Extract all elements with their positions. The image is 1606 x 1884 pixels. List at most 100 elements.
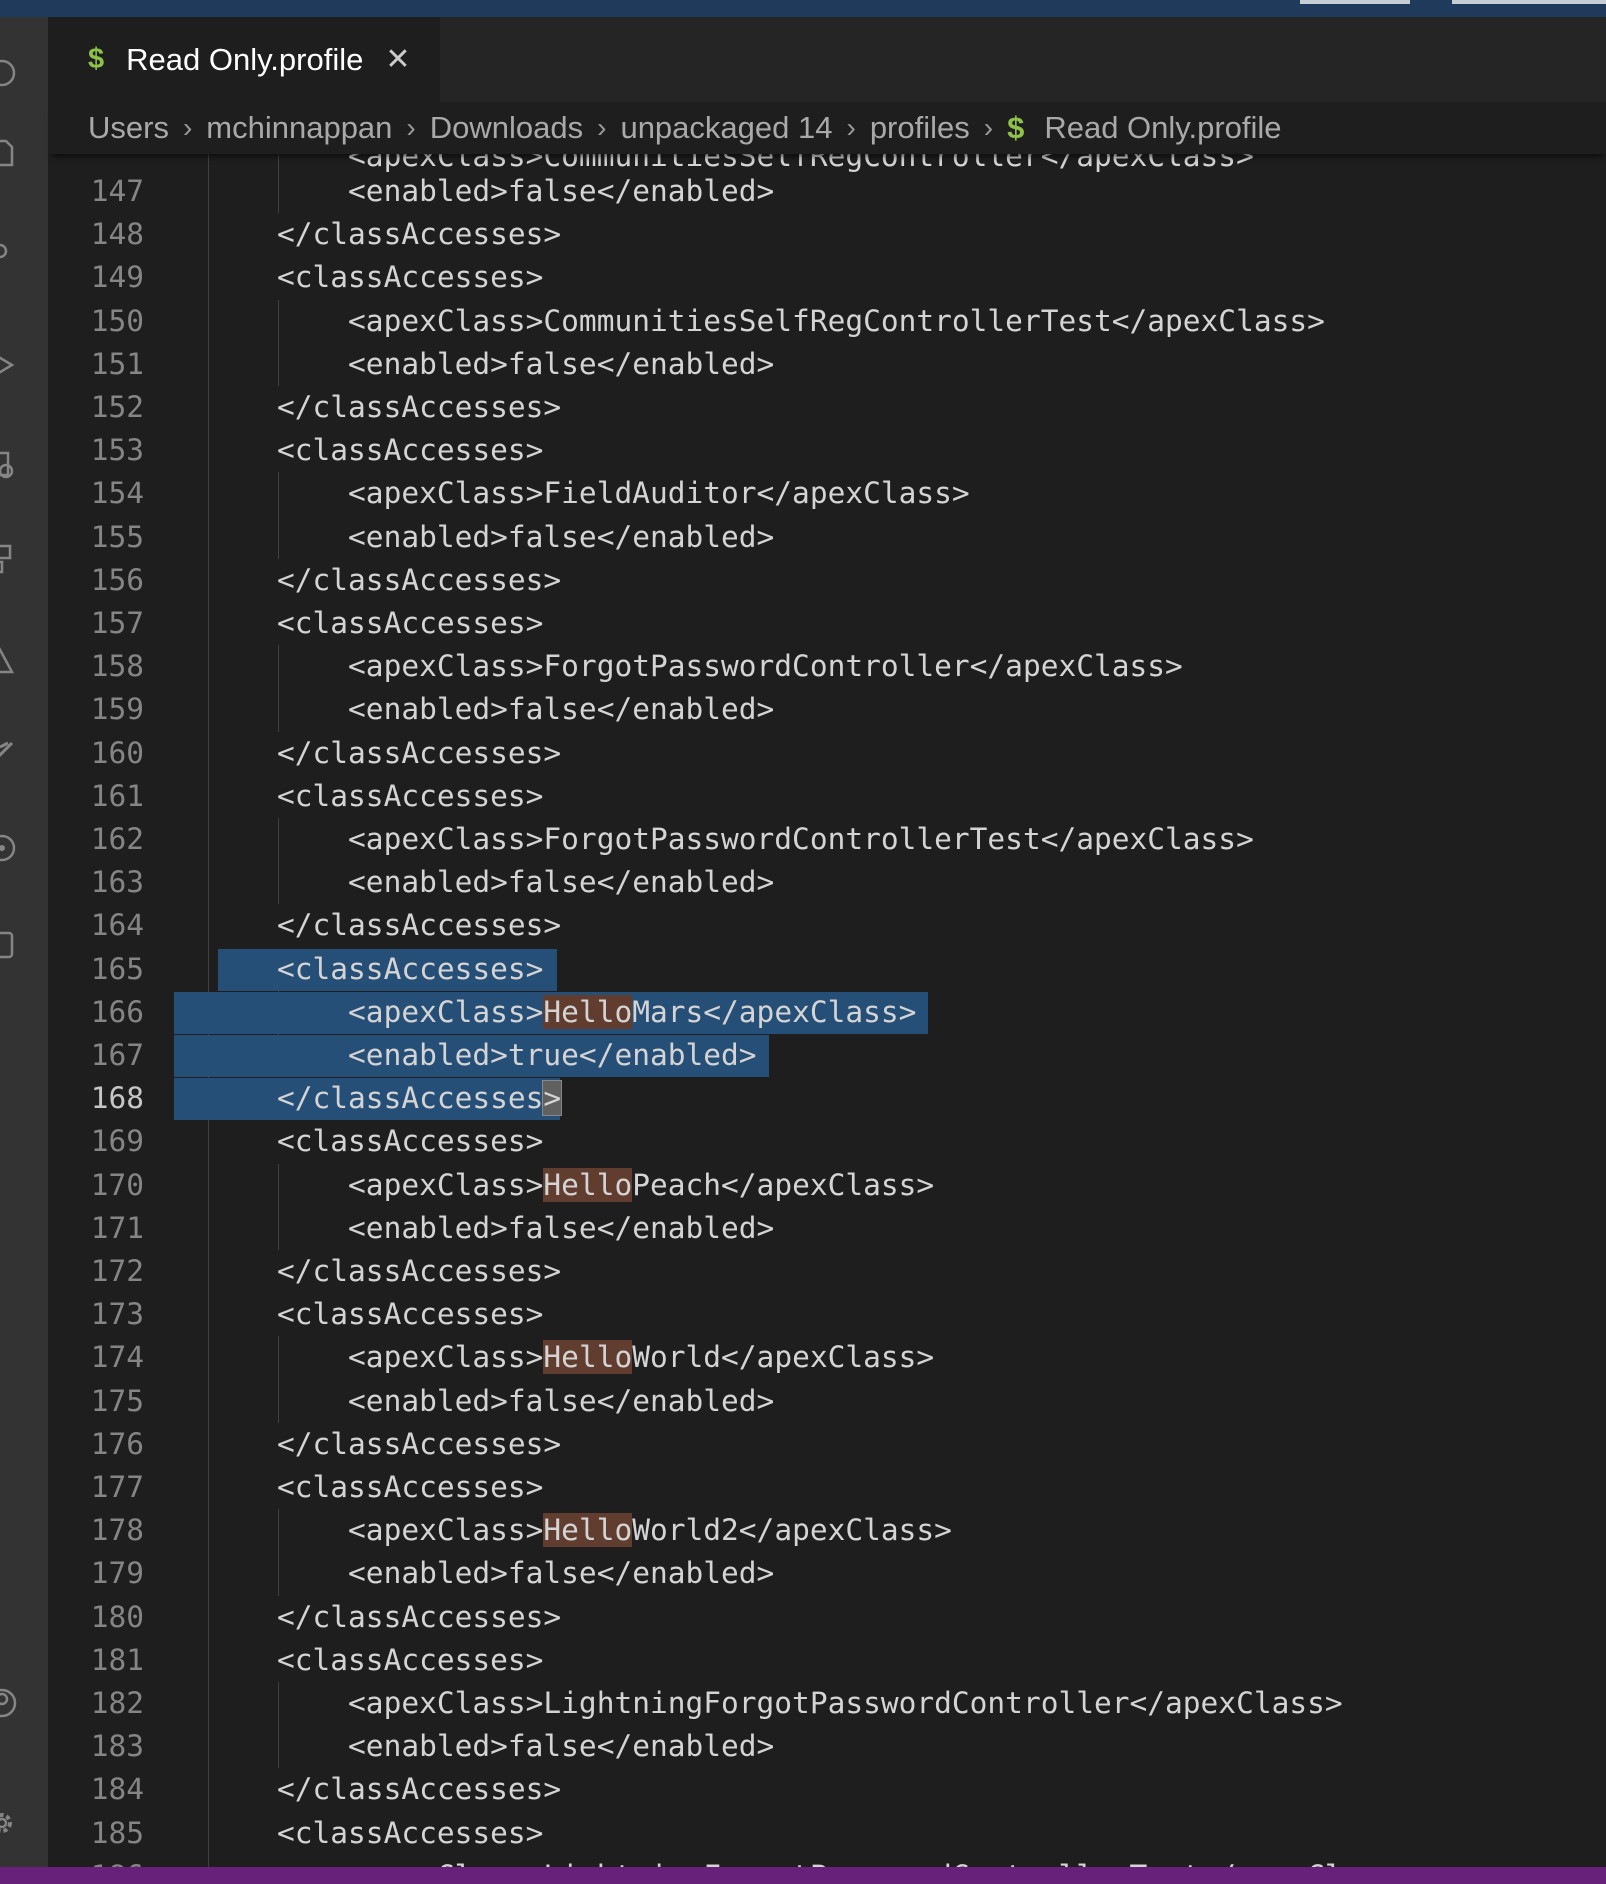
breadcrumb-item[interactable]: Users — [88, 110, 169, 146]
code-text: <classAccesses> — [277, 1297, 544, 1332]
line-number: 153 — [90, 433, 144, 468]
code-text: <classAccesses> — [277, 1642, 544, 1677]
code-text: <enabled>false</enabled> — [277, 519, 775, 554]
code-text: <apexClass>ForgotPasswordControllerTest<… — [277, 822, 1254, 856]
code-text: <apexClass>HelloWorld2</apexClass> — [277, 1513, 952, 1548]
line-number: 174 — [90, 1340, 144, 1375]
code-text: </classAccesses> — [277, 1254, 562, 1288]
line-number: 165 — [90, 951, 144, 986]
code-line: 158 <apexClass>ForgotPasswordController<… — [48, 645, 1606, 688]
line-number: 172 — [90, 1254, 144, 1288]
title-bar-control[interactable] — [1452, 0, 1606, 4]
code-text: <enabled>false</enabled> — [277, 346, 775, 381]
code-line: 171 <enabled>false</enabled> — [48, 1207, 1606, 1250]
code-text: <apexClass>HelloMars</apexClass> — [277, 994, 917, 1029]
testing-icon[interactable] — [0, 642, 18, 674]
search-match: Hello — [543, 1340, 633, 1375]
code-text: </classAccesses> — [277, 908, 562, 943]
code-text: <apexClass>LightningForgotPasswordContro… — [277, 1855, 1414, 1867]
activity-bar — [0, 17, 48, 1867]
tab-read-only-profile[interactable]: $ Read Only.profile ✕ — [48, 17, 440, 102]
code-line: 182 <apexClass>LightningForgotPasswordCo… — [48, 1682, 1606, 1725]
code-line: 151 <enabled>false</enabled> — [48, 343, 1606, 386]
line-number: 159 — [90, 692, 144, 727]
code-line: 163 <enabled>false</enabled> — [48, 861, 1606, 904]
line-number: 177 — [90, 1470, 144, 1504]
code-line: 157 <classAccesses> — [48, 602, 1606, 645]
remote-explorer-icon[interactable] — [0, 542, 18, 574]
account-icon[interactable] — [0, 1687, 18, 1719]
breadcrumb-item[interactable]: profiles — [870, 110, 970, 146]
code-text: </classAccesses> — [277, 390, 562, 424]
line-number: 183 — [90, 1729, 144, 1764]
code-text: <enabled>false</enabled> — [277, 1210, 775, 1245]
line-number: 179 — [90, 1556, 144, 1591]
breadcrumb: Users › mchinnappan › Downloads › unpack… — [48, 102, 1606, 154]
line-number: 168 — [90, 1081, 144, 1116]
code-text: <enabled>false</enabled> — [277, 865, 775, 900]
line-number: 169 — [90, 1124, 144, 1159]
line-number: 149 — [90, 260, 144, 295]
line-number: 154 — [90, 476, 144, 511]
code-line: 153 <classAccesses> — [48, 429, 1606, 472]
code-line: 173 <classAccesses> — [48, 1293, 1606, 1336]
code-text: <enabled>true</enabled> — [277, 1038, 757, 1072]
settings-gear-icon[interactable] — [0, 1807, 18, 1839]
line-number: 157 — [90, 606, 144, 640]
line-number: 173 — [90, 1297, 144, 1332]
code-line: 181 <classAccesses> — [48, 1639, 1606, 1682]
status-bar — [0, 1867, 1606, 1884]
close-icon[interactable]: ✕ — [385, 42, 410, 77]
code-line: 166 <apexClass>HelloMars</apexClass> — [48, 991, 1606, 1034]
line-number: 167 — [90, 1038, 144, 1072]
line-number: 151 — [90, 346, 144, 381]
code-text: <enabled>false</enabled> — [277, 692, 775, 727]
line-number: 150 — [90, 303, 144, 338]
line-number: 164 — [90, 908, 144, 943]
code-line: 168 </classAccesses> — [48, 1077, 1606, 1120]
breadcrumb-item[interactable]: Read Only.profile — [1044, 110, 1281, 146]
search-match: Hello — [543, 1513, 633, 1548]
code-editor[interactable]: <apexClass>CommunitiesSelfRegController<… — [48, 154, 1606, 1867]
line-number: 182 — [90, 1686, 144, 1720]
code-line: 152 </classAccesses> — [48, 386, 1606, 429]
code-line: 174 <apexClass>HelloWorld</apexClass> — [48, 1336, 1606, 1379]
breadcrumb-item[interactable]: unpackaged 14 — [620, 110, 832, 146]
line-number: 161 — [90, 778, 144, 813]
timeline-icon[interactable] — [0, 832, 18, 864]
line-number: 155 — [90, 519, 144, 554]
code-line: 161 <classAccesses> — [48, 775, 1606, 818]
breadcrumb-item[interactable]: Downloads — [430, 110, 583, 146]
line-number: 156 — [90, 562, 144, 597]
extensions-icon[interactable] — [0, 449, 18, 481]
chevron-right-icon: › — [846, 112, 856, 143]
code-line: 185 <classAccesses> — [48, 1812, 1606, 1855]
matching-bracket: > — [542, 1080, 563, 1117]
code-line: 148 </classAccesses> — [48, 213, 1606, 256]
code-text: <enabled>false</enabled> — [277, 174, 775, 208]
source-control-icon[interactable] — [0, 737, 18, 769]
code-line: 169 <classAccesses> — [48, 1120, 1606, 1163]
code-line: 179 <enabled>false</enabled> — [48, 1552, 1606, 1595]
code-line: 164 </classAccesses> — [48, 904, 1606, 947]
breadcrumb-item[interactable]: mchinnappan — [206, 110, 392, 146]
run-debug-icon[interactable] — [0, 349, 18, 381]
tab-label: Read Only.profile — [126, 41, 364, 77]
dollar-file-icon: $ — [88, 43, 105, 75]
explorer-icon[interactable] — [0, 57, 18, 89]
code-line: 172 </classAccesses> — [48, 1250, 1606, 1293]
code-line: 176 </classAccesses> — [48, 1423, 1606, 1466]
code-text: <enabled>false</enabled> — [277, 1383, 775, 1418]
notes-icon[interactable] — [0, 929, 18, 961]
code-line: 149 <classAccesses> — [48, 256, 1606, 299]
code-text: <classAccesses> — [277, 260, 544, 295]
files-icon[interactable] — [0, 137, 18, 169]
line-number: 176 — [90, 1426, 144, 1461]
search-icon[interactable] — [0, 239, 18, 271]
code-line: 184 </classAccesses> — [48, 1768, 1606, 1811]
code-text: <classAccesses> — [277, 1815, 544, 1850]
title-bar-control[interactable] — [1300, 0, 1410, 4]
code-line: 183 <enabled>false</enabled> — [48, 1725, 1606, 1768]
code-line: 160 </classAccesses> — [48, 732, 1606, 775]
chevron-right-icon: › — [182, 112, 193, 143]
